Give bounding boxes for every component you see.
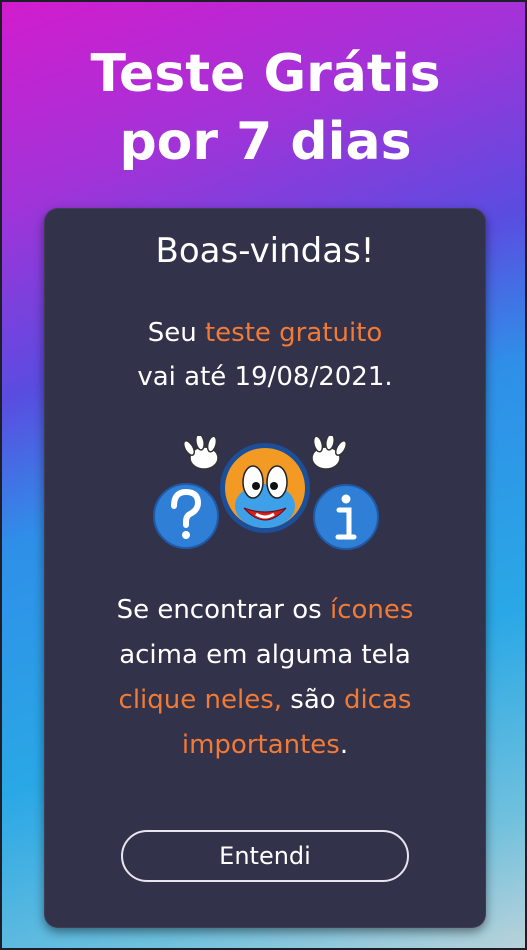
trial-prefix: Seu bbox=[147, 318, 205, 348]
welcome-dialog: Boas-vindas! Seu teste gratuito vai até … bbox=[44, 208, 486, 928]
tip-message: Se encontrar os ícones acima em alguma t… bbox=[44, 588, 486, 768]
tip-text-3: são bbox=[282, 685, 344, 715]
tip-text-4: . bbox=[339, 730, 349, 760]
headline-line-1: Teste Grátis bbox=[90, 44, 441, 104]
question-icon bbox=[153, 483, 219, 549]
trial-highlight: teste gratuito bbox=[204, 318, 383, 348]
headline: Teste Grátis por 7 dias bbox=[2, 40, 525, 176]
tip-line-2: acima em alguma tela bbox=[44, 633, 486, 678]
trial-message: Seu teste gratuito vai até 19/08/2021. bbox=[44, 311, 486, 399]
trial-line-2: vai até 19/08/2021. bbox=[44, 355, 486, 399]
tip-highlight-important: importantes bbox=[181, 730, 340, 760]
tip-highlight-tips: dicas bbox=[343, 685, 412, 715]
tip-line-3: clique neles, são dicas bbox=[44, 678, 486, 723]
trial-end-date: 19/08/2021 bbox=[234, 362, 385, 392]
tip-line-1: Se encontrar os ícones bbox=[44, 588, 486, 633]
tip-text-2: acima em alguma tela bbox=[119, 640, 411, 670]
trial-line-2-suffix: . bbox=[384, 362, 393, 392]
dialog-title: Boas-vindas! bbox=[155, 231, 375, 271]
info-icon bbox=[313, 484, 379, 550]
help-icons bbox=[144, 436, 384, 556]
tip-highlight-click: clique neles, bbox=[118, 685, 283, 715]
trial-line-1: Seu teste gratuito bbox=[44, 311, 486, 355]
tip-text-1: Se encontrar os bbox=[116, 595, 330, 625]
understood-button[interactable]: Entendi bbox=[121, 830, 409, 882]
tip-highlight-icons: ícones bbox=[329, 595, 414, 625]
trial-line-2-prefix: vai até bbox=[137, 362, 235, 392]
headline-line-2: por 7 dias bbox=[119, 112, 412, 172]
tip-line-4: importantes. bbox=[44, 723, 486, 768]
app-screen: Teste Grátis por 7 dias Boas-vindas! Seu… bbox=[0, 0, 527, 950]
